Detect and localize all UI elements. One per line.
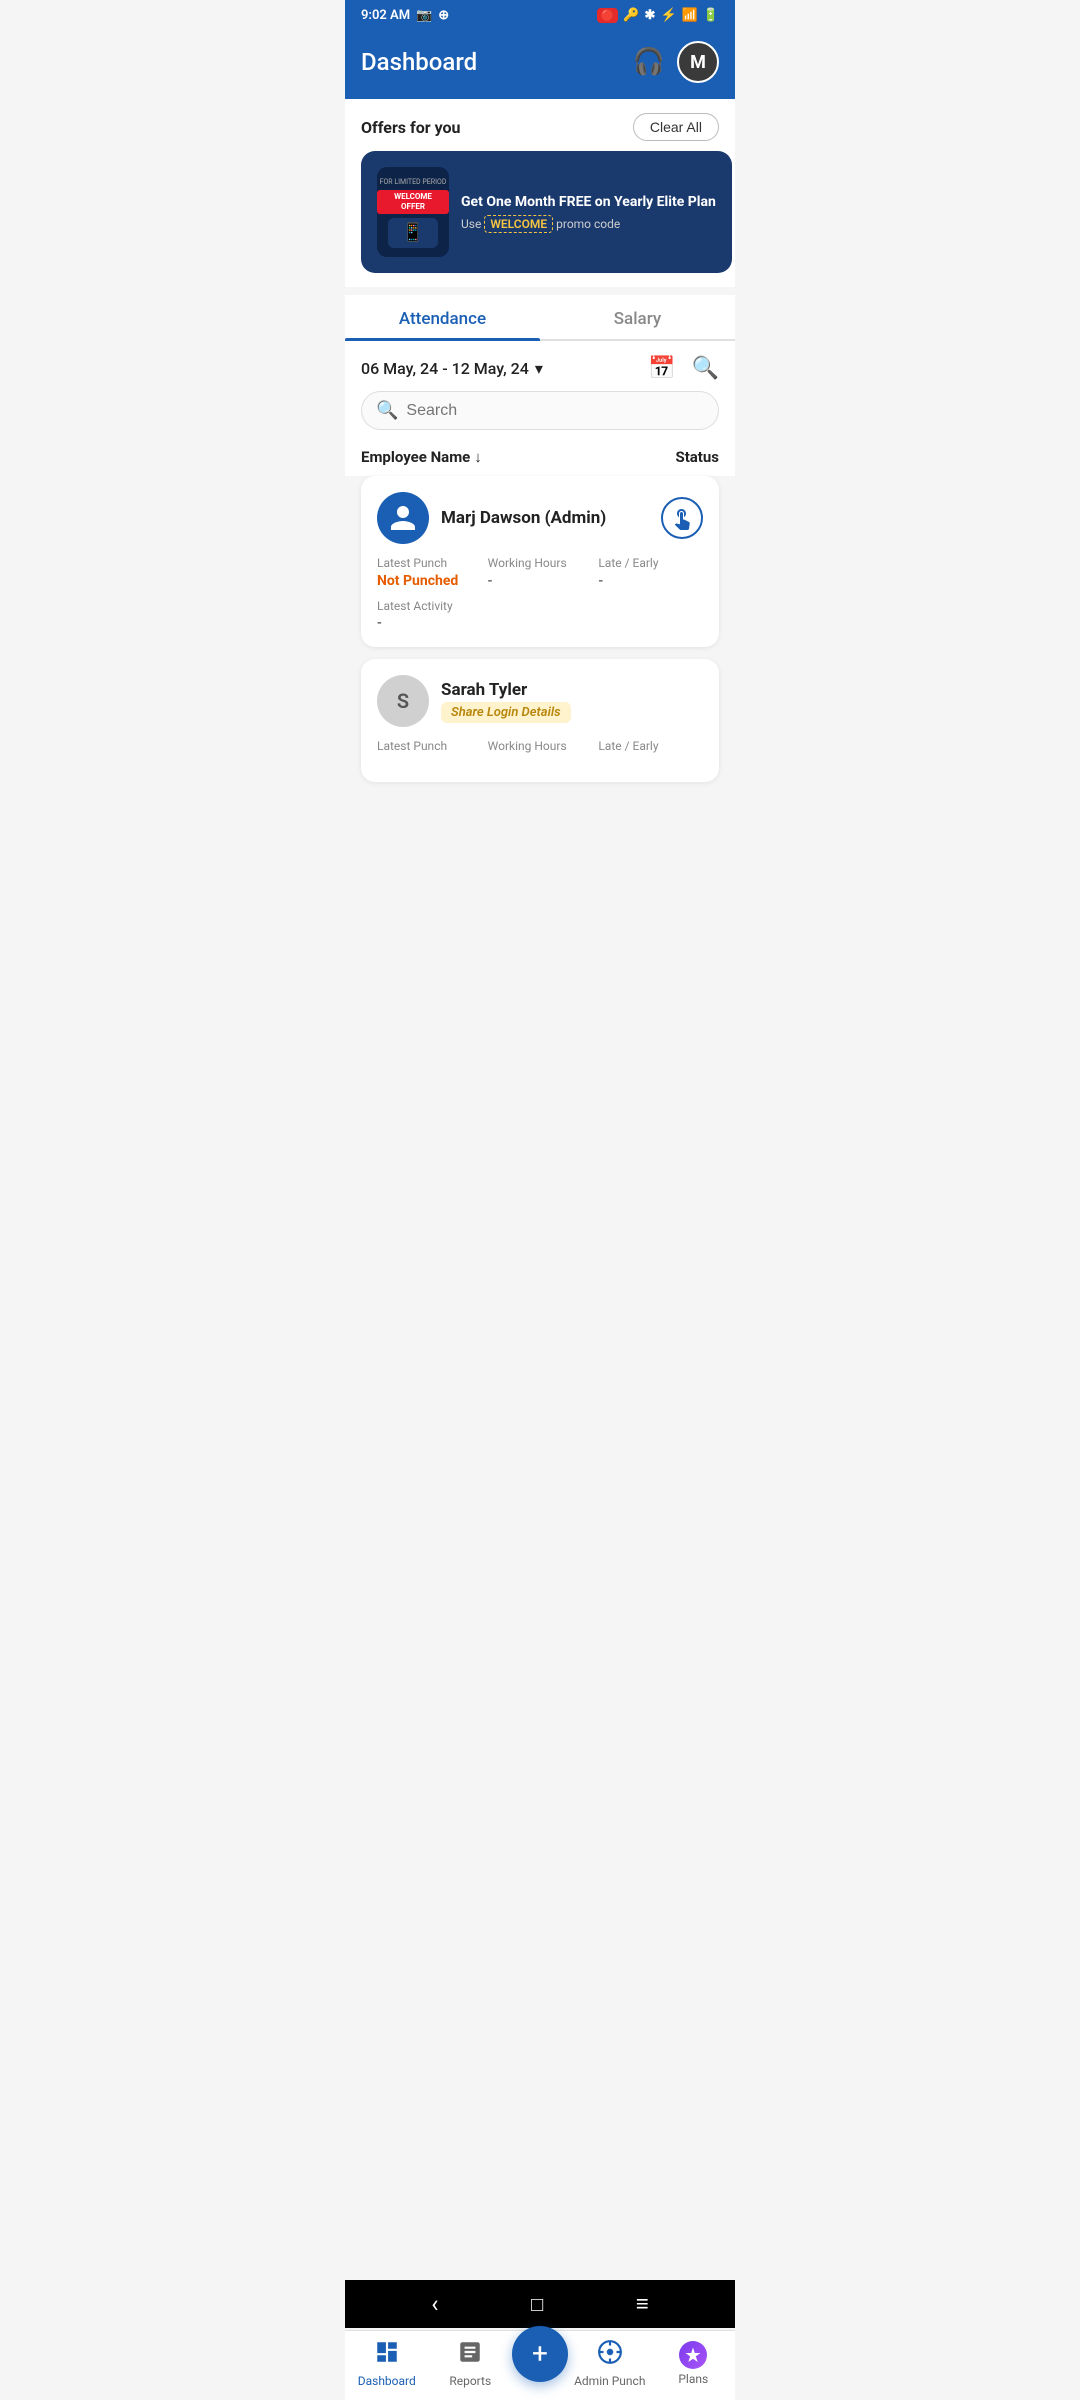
battery-icon: 🔋 xyxy=(703,8,719,23)
charging-icon: ⚡ xyxy=(660,8,676,23)
plus-icon: + xyxy=(532,2340,548,2368)
employee-card-1: Marj Dawson (Admin) Latest Punch Not Pun… xyxy=(361,476,719,647)
status-bar: 9:02 AM 📷 ⊕ 🔴 🔑 ✱ ⚡ 📶 🔋 xyxy=(345,0,735,31)
key-icon: 🔑 xyxy=(623,8,639,23)
tabs-container: Attendance Salary xyxy=(345,295,735,341)
back-button[interactable]: ‹ xyxy=(431,2290,438,2318)
offer-phone-image: FOR LIMITED PERIOD WELCOME OFFER 📱 xyxy=(377,167,449,257)
record-icon: 🔴 xyxy=(597,8,619,23)
home-button[interactable]: □ xyxy=(531,2292,543,2317)
search-input[interactable] xyxy=(406,402,704,420)
clear-all-button[interactable]: Clear All xyxy=(633,113,719,141)
attendance-section: 06 May, 24 - 12 May, 24 ▾ 📅 🔍 🔍 Employee… xyxy=(345,341,735,476)
card-top-1: Marj Dawson (Admin) xyxy=(377,492,703,544)
promo-code: WELCOME xyxy=(484,215,553,233)
search-icon-button[interactable]: 🔍 xyxy=(692,355,719,381)
plans-nav-label: Plans xyxy=(678,2372,708,2386)
system-nav-bar: ‹ □ ≡ xyxy=(345,2280,735,2328)
employee-card-2: S Sarah Tyler Share Login Details Latest… xyxy=(361,659,719,782)
latest-activity-1: Latest Activity - xyxy=(377,599,703,631)
add-button[interactable]: + xyxy=(512,2326,568,2382)
nav-plans[interactable]: Plans xyxy=(652,2341,736,2386)
avatar-label: M xyxy=(690,52,706,73)
late-early-1: Late / Early - xyxy=(598,556,703,589)
bluetooth-icon: ✱ xyxy=(645,8,656,23)
offer-text: Get One Month FREE on Yearly Elite Plan … xyxy=(461,193,716,231)
status-icons: 🔴 🔑 ✱ ⚡ 📶 🔋 xyxy=(597,8,719,23)
tab-salary[interactable]: Salary xyxy=(540,295,735,339)
promo-line: Use WELCOME promo code xyxy=(461,217,716,231)
status-time-area: 9:02 AM 📷 ⊕ xyxy=(361,8,449,23)
welcome-badge: WELCOME OFFER xyxy=(377,190,449,213)
offers-scroll: FOR LIMITED PERIOD WELCOME OFFER 📱 Get O… xyxy=(345,151,735,287)
sort-arrow-icon: ↓ xyxy=(474,448,482,466)
header-actions: 🎧 M xyxy=(633,41,719,83)
employee-name-header[interactable]: Employee Name ↓ xyxy=(361,448,482,466)
menu-button[interactable]: ≡ xyxy=(636,2291,649,2317)
date-actions: 📅 🔍 xyxy=(648,355,719,381)
video-icon: 📷 xyxy=(416,8,432,23)
working-hours-2: Working Hours xyxy=(488,739,593,756)
offers-title: Offers for you xyxy=(361,118,461,137)
nav-admin-punch[interactable]: Admin Punch xyxy=(568,2339,652,2388)
latest-punch-1: Latest Punch Not Punched xyxy=(377,556,482,589)
employee-name-2: Sarah Tyler xyxy=(441,680,703,700)
calendar-icon-button[interactable]: 📅 xyxy=(648,355,675,381)
search-bar: 🔍 xyxy=(361,391,719,430)
employee-avatar-2: S xyxy=(377,675,429,727)
search-icon: 🔍 xyxy=(376,400,398,421)
wifi-icon: 📶 xyxy=(682,8,698,23)
date-filter-row: 06 May, 24 - 12 May, 24 ▾ 📅 🔍 xyxy=(361,341,719,391)
time-display: 9:02 AM xyxy=(361,8,410,23)
late-early-2: Late / Early xyxy=(598,739,703,756)
share-login-badge[interactable]: Share Login Details xyxy=(441,702,571,723)
tab-attendance[interactable]: Attendance xyxy=(345,295,540,339)
latest-punch-2: Latest Punch xyxy=(377,739,482,756)
date-range[interactable]: 06 May, 24 - 12 May, 24 ▾ xyxy=(361,359,543,378)
employee-info-2: Sarah Tyler Share Login Details xyxy=(441,680,703,723)
page-title: Dashboard xyxy=(361,48,477,76)
admin-punch-icon xyxy=(597,2339,623,2371)
offers-header: Offers for you Clear All xyxy=(345,99,735,151)
card-stats-2: Latest Punch Working Hours Late / Early xyxy=(377,739,703,756)
dashboard-nav-label: Dashboard xyxy=(358,2374,416,2388)
headset-icon[interactable]: 🎧 xyxy=(633,47,665,77)
reports-nav-label: Reports xyxy=(449,2374,491,2388)
date-range-text: 06 May, 24 - 12 May, 24 xyxy=(361,359,529,378)
list-header: Employee Name ↓ Status xyxy=(361,442,719,476)
app-header: Dashboard 🎧 M xyxy=(345,31,735,99)
reports-icon xyxy=(457,2339,483,2371)
signal-icon: ⊕ xyxy=(438,8,449,23)
status-header: Status xyxy=(675,448,719,466)
offer-heading: Get One Month FREE on Yearly Elite Plan xyxy=(461,193,716,211)
admin-punch-nav-label: Admin Punch xyxy=(574,2374,645,2388)
user-avatar[interactable]: M xyxy=(677,41,719,83)
card-stats-1: Latest Punch Not Punched Working Hours -… xyxy=(377,556,703,589)
bottom-nav: Dashboard Reports + Admin Punch Plans xyxy=(345,2330,735,2400)
nav-dashboard[interactable]: Dashboard xyxy=(345,2339,429,2388)
main-content: Offers for you Clear All FOR LIMITED PER… xyxy=(345,99,735,874)
working-hours-1: Working Hours - xyxy=(488,556,593,589)
plans-icon xyxy=(679,2341,707,2369)
employee-avatar-1 xyxy=(377,492,429,544)
punch-value-1: Not Punched xyxy=(377,573,482,589)
card-top-2: S Sarah Tyler Share Login Details xyxy=(377,675,703,727)
employee-name-1: Marj Dawson (Admin) xyxy=(441,508,649,528)
nav-reports[interactable]: Reports xyxy=(429,2339,513,2388)
offer-card-1[interactable]: FOR LIMITED PERIOD WELCOME OFFER 📱 Get O… xyxy=(361,151,732,273)
chevron-down-icon: ▾ xyxy=(535,359,543,378)
punch-button-1[interactable] xyxy=(661,497,703,539)
dashboard-icon xyxy=(374,2339,400,2371)
employee-list: Marj Dawson (Admin) Latest Punch Not Pun… xyxy=(345,476,735,782)
